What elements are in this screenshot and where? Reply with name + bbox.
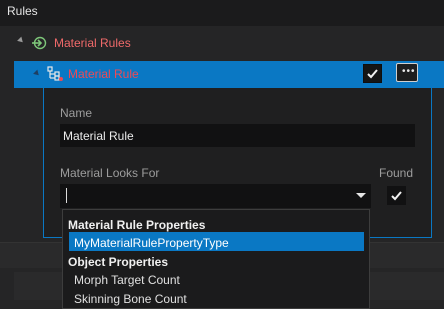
material-rule-label: Material Rule [68,67,139,81]
checkmark-icon [391,191,402,201]
dropdown-item[interactable]: Morph Target Count [74,273,180,287]
chevron-down-icon[interactable] [356,193,366,198]
looks-for-label: Material Looks For [60,166,160,180]
rule-node-icon [46,66,64,82]
more-options-button[interactable]: ••• [396,63,418,82]
name-field-value[interactable]: Material Rule [63,129,134,143]
material-rules-label: Material Rules [54,36,131,50]
dropdown-item[interactable]: MyMaterialRulePropertyType [74,236,229,250]
checkmark-icon [367,69,378,79]
rule-enabled-checkbox[interactable] [363,64,382,83]
looks-for-combobox[interactable] [60,184,371,208]
name-label: Name [60,106,93,120]
panel-title: Rules [7,4,38,18]
found-label: Found [379,166,414,180]
dropdown-item[interactable]: Skinning Bone Count [74,292,187,306]
dropdown-group-header: Material Rule Properties [68,218,206,232]
import-arrow-icon [31,35,47,51]
dropdown-group-header: Object Properties [68,255,169,269]
ellipsis-icon: ••• [402,66,416,77]
found-checkbox[interactable] [387,186,406,205]
text-caret [66,188,67,203]
